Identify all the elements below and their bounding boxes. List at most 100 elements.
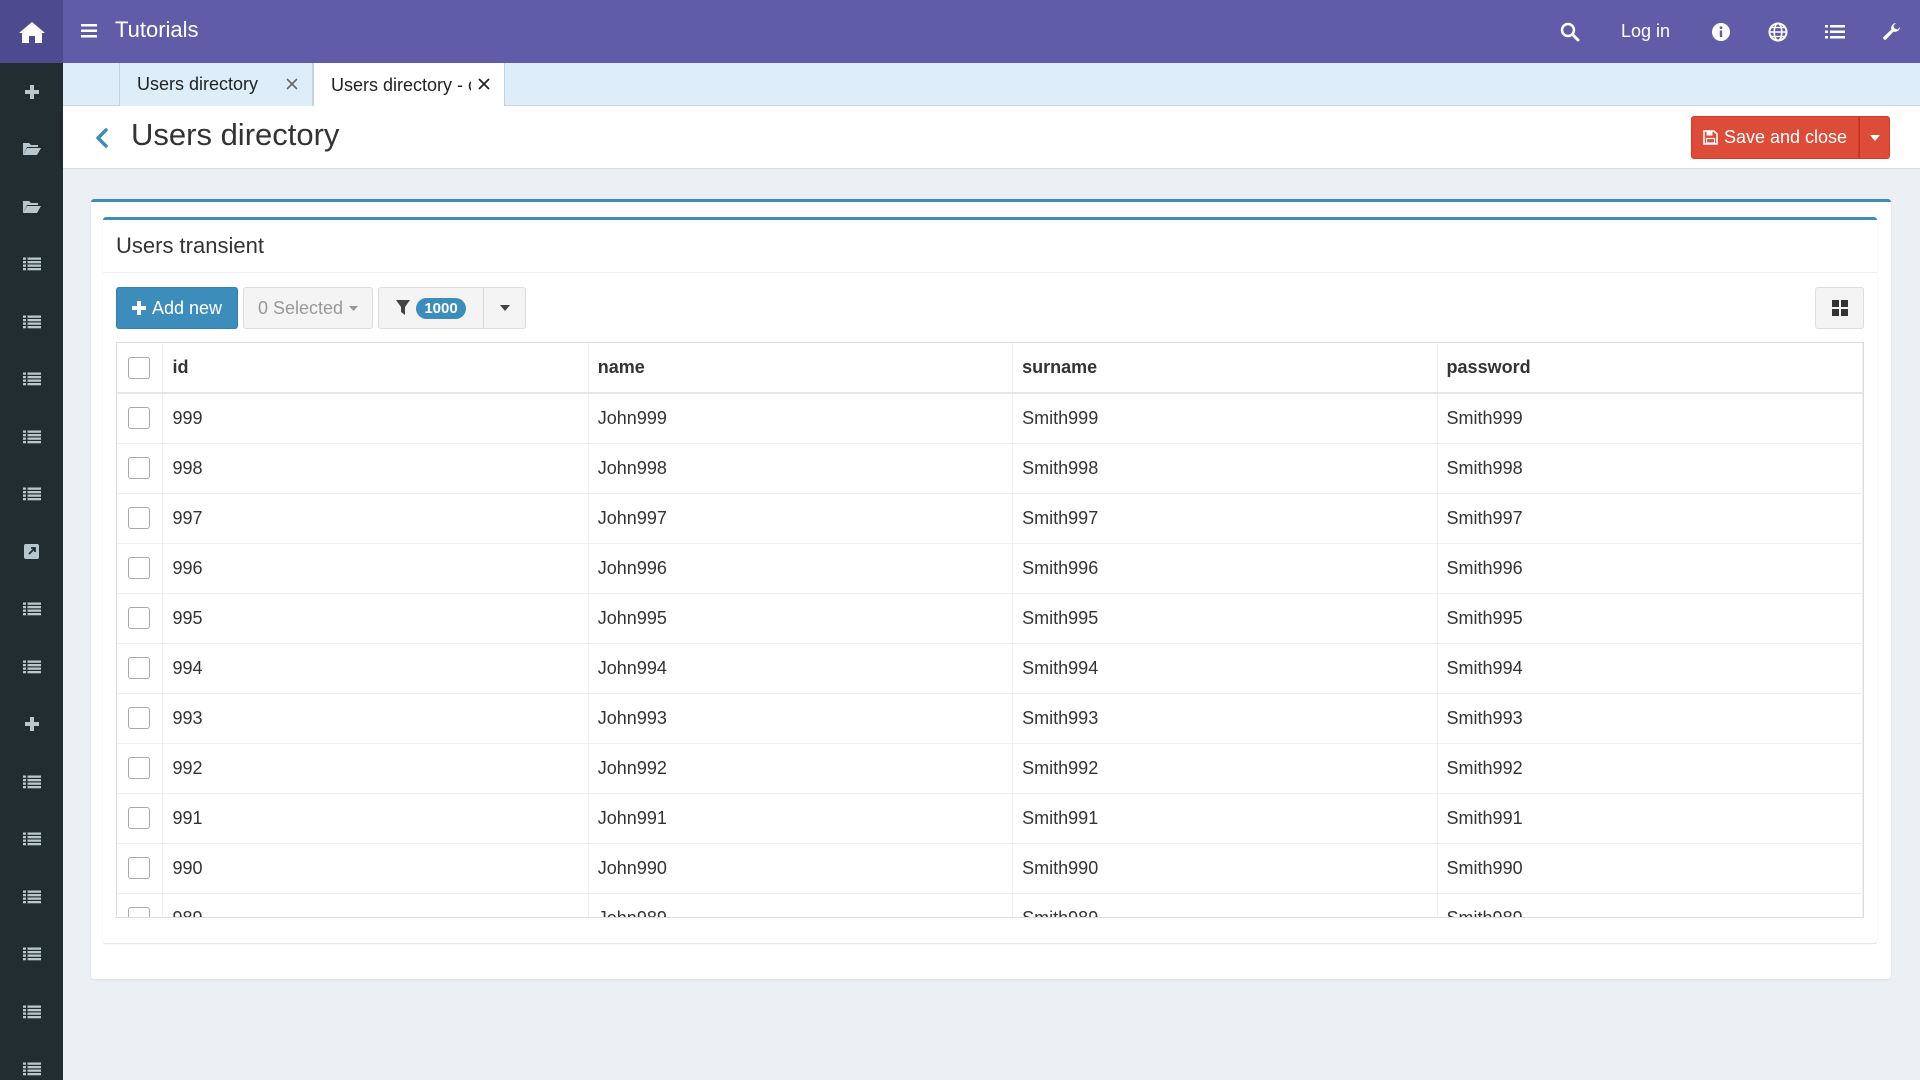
row-checkbox[interactable] xyxy=(128,507,150,530)
back-button[interactable] xyxy=(91,124,113,152)
row-checkbox[interactable] xyxy=(128,707,150,730)
cell-name: John998 xyxy=(588,443,1014,494)
settings-button[interactable] xyxy=(1863,0,1920,63)
users-transient-box: Users transient Add new 0 Selected 1000 xyxy=(103,217,1877,943)
sidebar-item-11[interactable] xyxy=(0,638,63,696)
sidebar-item-2[interactable] xyxy=(0,121,63,179)
selected-dropdown-button[interactable]: 0 Selected xyxy=(243,287,373,329)
list-view-button[interactable] xyxy=(1806,0,1863,63)
save-options-dropdown[interactable] xyxy=(1859,116,1890,159)
info-button[interactable] xyxy=(1692,0,1749,63)
sidebar-item-18[interactable] xyxy=(0,1041,63,1080)
table-row[interactable]: 989 John989 Smith989 Smith989 xyxy=(117,893,1863,917)
sidebar-item-14[interactable] xyxy=(0,811,63,869)
cell-id: 997 xyxy=(162,493,589,544)
row-checkbox[interactable] xyxy=(128,607,150,630)
sidebar-item-1[interactable] xyxy=(0,63,63,121)
table-row[interactable]: 995 John995 Smith995 Smith995 xyxy=(117,593,1863,644)
sidebar-item-12[interactable] xyxy=(0,696,63,754)
view-mode-button[interactable] xyxy=(1815,287,1864,329)
column-header-name[interactable]: name xyxy=(588,343,1014,394)
tab-close-button[interactable] xyxy=(282,74,302,94)
filter-button[interactable]: 1000 xyxy=(378,287,484,329)
sidebar-item-6[interactable] xyxy=(0,351,63,409)
row-checkbox[interactable] xyxy=(128,557,150,580)
plus-icon xyxy=(24,717,39,732)
cell-password: Smith992 xyxy=(1437,743,1863,794)
list-icon xyxy=(22,832,41,846)
table-row[interactable]: 992 John992 Smith992 Smith992 xyxy=(117,743,1863,794)
sidebar-item-7[interactable] xyxy=(0,408,63,466)
cell-id: 992 xyxy=(162,743,589,794)
cell-password: Smith997 xyxy=(1437,493,1863,544)
column-header-password[interactable]: password xyxy=(1437,343,1863,394)
sidebar-item-9[interactable] xyxy=(0,523,63,581)
users-table-container[interactable]: id name surname password 999 John999 Smith… xyxy=(116,342,1864,918)
row-select-cell xyxy=(117,493,164,544)
row-select-cell xyxy=(117,593,164,644)
tab-close-button[interactable] xyxy=(474,74,494,94)
sidebar xyxy=(0,63,63,1080)
table-row[interactable]: 990 John990 Smith990 Smith990 xyxy=(117,843,1863,894)
select-all-checkbox[interactable] xyxy=(128,356,150,379)
row-checkbox[interactable] xyxy=(128,407,150,430)
language-button[interactable] xyxy=(1749,0,1806,63)
list-icon xyxy=(22,602,41,616)
tab-users-directory[interactable]: Users directory xyxy=(119,63,313,106)
cell-password: Smith996 xyxy=(1437,543,1863,594)
sidebar-item-10[interactable] xyxy=(0,581,63,639)
list-icon xyxy=(22,372,41,386)
filter-button-group: 1000 xyxy=(378,287,526,329)
cell-surname: Smith990 xyxy=(1012,843,1438,894)
sidebar-item-15[interactable] xyxy=(0,868,63,926)
sidebar-item-13[interactable] xyxy=(0,753,63,811)
table-row[interactable]: 999 John999 Smith999 Smith999 xyxy=(117,393,1863,444)
users-table: id name surname password 999 John999 Smith… xyxy=(117,343,1863,917)
column-header-surname[interactable]: surname xyxy=(1012,343,1438,394)
row-checkbox[interactable] xyxy=(128,857,150,880)
list-icon xyxy=(22,775,41,789)
list-icon xyxy=(22,487,41,501)
table-row[interactable]: 996 John996 Smith996 Smith996 xyxy=(117,543,1863,594)
table-row[interactable]: 998 John998 Smith998 Smith998 xyxy=(117,443,1863,494)
search-button[interactable] xyxy=(1542,0,1599,63)
tab-users-directory-active[interactable]: Users directory - c xyxy=(313,63,505,107)
sidebar-item-5[interactable] xyxy=(0,293,63,351)
row-select-cell xyxy=(117,693,164,744)
cell-name: John994 xyxy=(588,643,1014,694)
row-checkbox[interactable] xyxy=(128,807,150,830)
login-link[interactable]: Log in xyxy=(1599,0,1692,63)
sidebar-item-17[interactable] xyxy=(0,983,63,1041)
save-and-close-button[interactable]: Save and close xyxy=(1691,116,1859,159)
filter-options-dropdown[interactable] xyxy=(484,287,526,329)
add-new-button[interactable]: Add new xyxy=(116,287,238,329)
sidebar-item-16[interactable] xyxy=(0,926,63,984)
row-select-cell xyxy=(117,443,164,494)
hamburger-menu-button[interactable] xyxy=(79,20,99,42)
cell-surname: Smith997 xyxy=(1012,493,1438,544)
table-row[interactable]: 994 John994 Smith994 Smith994 xyxy=(117,643,1863,694)
row-checkbox[interactable] xyxy=(128,907,150,917)
table-row[interactable]: 993 John993 Smith993 Smith993 xyxy=(117,693,1863,744)
row-checkbox[interactable] xyxy=(128,657,150,680)
row-select-cell xyxy=(117,893,164,917)
row-checkbox[interactable] xyxy=(128,457,150,480)
list-icon xyxy=(22,1005,41,1019)
caret-down-icon xyxy=(1869,134,1880,141)
cell-surname: Smith995 xyxy=(1012,593,1438,644)
table-row[interactable]: 991 John991 Smith991 Smith991 xyxy=(117,793,1863,844)
folder-open-icon xyxy=(22,200,41,214)
table-row[interactable]: 997 John997 Smith997 Smith997 xyxy=(117,493,1863,544)
sidebar-item-8[interactable] xyxy=(0,466,63,524)
row-select-cell xyxy=(117,843,164,894)
page-title: Users directory xyxy=(131,117,340,152)
close-icon xyxy=(478,78,490,90)
home-button[interactable] xyxy=(0,0,63,63)
caret-down-icon xyxy=(349,305,359,311)
tab-label: Users directory - c xyxy=(331,74,471,95)
sidebar-item-4[interactable] xyxy=(0,236,63,294)
row-checkbox[interactable] xyxy=(128,757,150,780)
box-title: Users transient xyxy=(116,233,264,258)
column-header-id[interactable]: id xyxy=(162,343,589,394)
sidebar-item-3[interactable] xyxy=(0,178,63,236)
